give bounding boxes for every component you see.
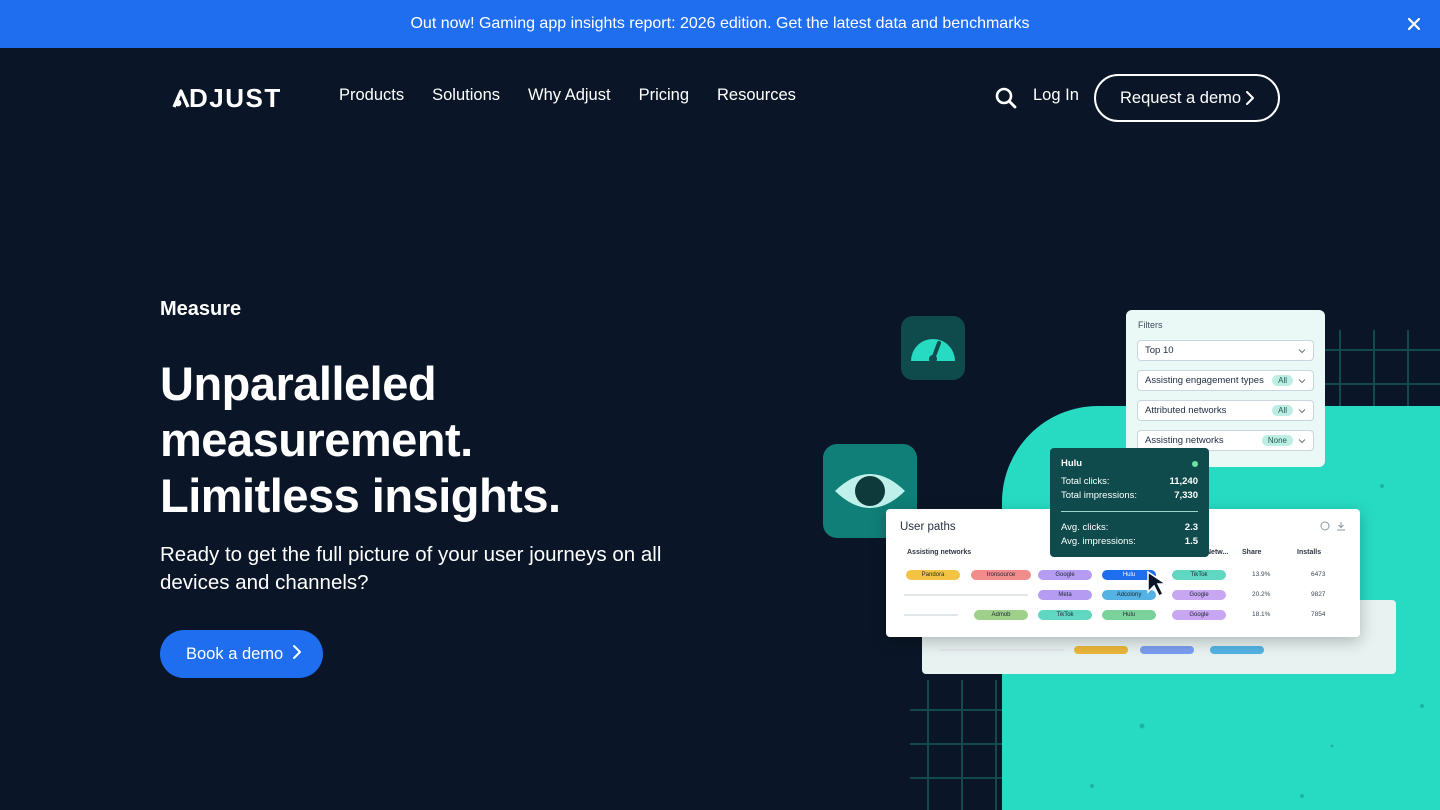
hero-title-line-1: Unparalleled <box>160 357 437 410</box>
logo-mark-icon <box>172 89 190 108</box>
row-line <box>940 649 1064 651</box>
table-row: Meta Adcolony Google 20.2% 9827 <box>886 585 1360 605</box>
gauge-icon <box>901 316 965 380</box>
filter-label: Top 10 <box>1145 345 1174 356</box>
table-row: Admob TikTok Hulu Google 18.1% 7854 <box>886 605 1360 625</box>
filters-card: Filters Top 10 Assisting engagement type… <box>1126 310 1325 467</box>
cursor-icon <box>1147 570 1169 598</box>
search-icon[interactable] <box>994 86 1018 110</box>
filter-label: Assisting engagement types <box>1145 375 1264 386</box>
nav-why-adjust[interactable]: Why Adjust <box>528 86 611 105</box>
tooltip-label: Avg. clicks: <box>1061 522 1109 533</box>
row-line <box>904 614 958 616</box>
hero-title-line-3: Limitless insights. <box>160 469 561 522</box>
tooltip-value: 11,240 <box>1169 476 1198 487</box>
chip-google: Google <box>1172 590 1226 600</box>
filter-attributed-networks[interactable]: Attributed networks All <box>1137 400 1314 421</box>
filter-label: Attributed networks <box>1145 405 1227 416</box>
tooltip-title: Hulu <box>1061 458 1083 469</box>
logo-text: DJUST <box>189 82 282 113</box>
chevron-right-icon <box>293 645 301 659</box>
user-paths-title: User paths <box>900 521 956 533</box>
close-icon[interactable] <box>1402 12 1426 36</box>
installs-value: 7854 <box>1311 611 1326 618</box>
help-icon[interactable] <box>1320 521 1330 531</box>
filter-pill: All <box>1272 405 1293 416</box>
tooltip-value: 7,330 <box>1174 490 1198 501</box>
filter-assisting-engagement-types[interactable]: Assisting engagement types All <box>1137 370 1314 391</box>
row-line <box>904 594 1028 596</box>
hero-title-line-2: measurement. <box>160 413 473 466</box>
filters-title: Filters <box>1138 320 1163 330</box>
chip-meta: Meta <box>1038 590 1092 600</box>
chevron-right-icon <box>1246 91 1254 105</box>
hero-title: Unparalleled measurement. Limitless insi… <box>160 356 720 524</box>
filter-top-10[interactable]: Top 10 <box>1137 340 1314 361</box>
tooltip-label: Total clicks: <box>1061 476 1110 487</box>
adjust-logo[interactable]: DJUST <box>172 82 282 113</box>
header-share: Share <box>1242 549 1262 556</box>
nav-pricing[interactable]: Pricing <box>639 86 689 105</box>
installs-value: 9827 <box>1311 591 1326 598</box>
header-assisting-networks: Assisting networks <box>907 549 972 556</box>
chip-google: Google <box>1172 610 1226 620</box>
filter-label: Assisting networks <box>1145 435 1224 446</box>
login-link[interactable]: Log In <box>1033 86 1079 105</box>
table-row: Pandora Ironsource Google Hulu TikTok 13… <box>886 565 1360 585</box>
bar-segment <box>1210 646 1264 654</box>
download-icon[interactable] <box>1336 521 1346 531</box>
chevron-down-icon <box>1298 349 1306 354</box>
chip-tiktok: TikTok <box>1172 570 1226 580</box>
tooltip-value: 2.3 <box>1184 522 1198 533</box>
announcement-banner[interactable]: Out now! Gaming app insights report: 202… <box>0 0 1440 48</box>
header-network: Netw... <box>1206 549 1229 556</box>
main-nav: Products Solutions Why Adjust Pricing Re… <box>339 86 796 105</box>
bar-segment <box>1074 646 1128 654</box>
chip-pandora: Pandora <box>906 570 960 580</box>
header-installs: Installs <box>1297 549 1322 556</box>
nav-products[interactable]: Products <box>339 86 404 105</box>
tooltip-divider <box>1061 511 1198 512</box>
chevron-down-icon <box>1298 409 1306 414</box>
nav-resources[interactable]: Resources <box>717 86 796 105</box>
tooltip-value: 1.5 <box>1184 536 1198 547</box>
nav-solutions[interactable]: Solutions <box>432 86 500 105</box>
bar-segment <box>1140 646 1194 654</box>
hulu-tooltip: Hulu Total clicks: 11,240 Total impressio… <box>1050 448 1209 557</box>
book-demo-label: Book a demo <box>186 644 284 663</box>
hero-eyebrow: Measure <box>160 298 242 320</box>
hero-illustration: User paths Assisting networks Netw... Sh… <box>780 300 1440 810</box>
chevron-down-icon <box>1298 439 1306 444</box>
chip-ironsource: Ironsource <box>971 570 1031 580</box>
chevron-down-icon <box>1298 379 1306 384</box>
banner-text[interactable]: Out now! Gaming app insights report: 202… <box>410 15 1029 33</box>
chip-google: Google <box>1038 570 1092 580</box>
share-value: 18.1% <box>1252 611 1271 618</box>
filter-pill: All <box>1272 375 1293 386</box>
request-demo-button[interactable]: Request a demo <box>1094 74 1280 122</box>
chip-tiktok: TikTok <box>1038 610 1092 620</box>
share-value: 13.9% <box>1252 571 1271 578</box>
chip-admob: Admob <box>974 610 1028 620</box>
book-demo-button[interactable]: Book a demo <box>160 630 323 678</box>
chip-hulu: Hulu <box>1102 610 1156 620</box>
status-dot <box>1192 461 1198 467</box>
request-demo-label: Request a demo <box>1120 88 1242 107</box>
tooltip-label: Avg. impressions: <box>1061 536 1136 547</box>
share-value: 20.2% <box>1252 591 1271 598</box>
installs-value: 6473 <box>1311 571 1326 578</box>
filter-pill: None <box>1261 435 1293 446</box>
tooltip-label: Total impressions: <box>1061 490 1138 501</box>
hero-subtitle: Ready to get the full picture of your us… <box>160 543 662 594</box>
